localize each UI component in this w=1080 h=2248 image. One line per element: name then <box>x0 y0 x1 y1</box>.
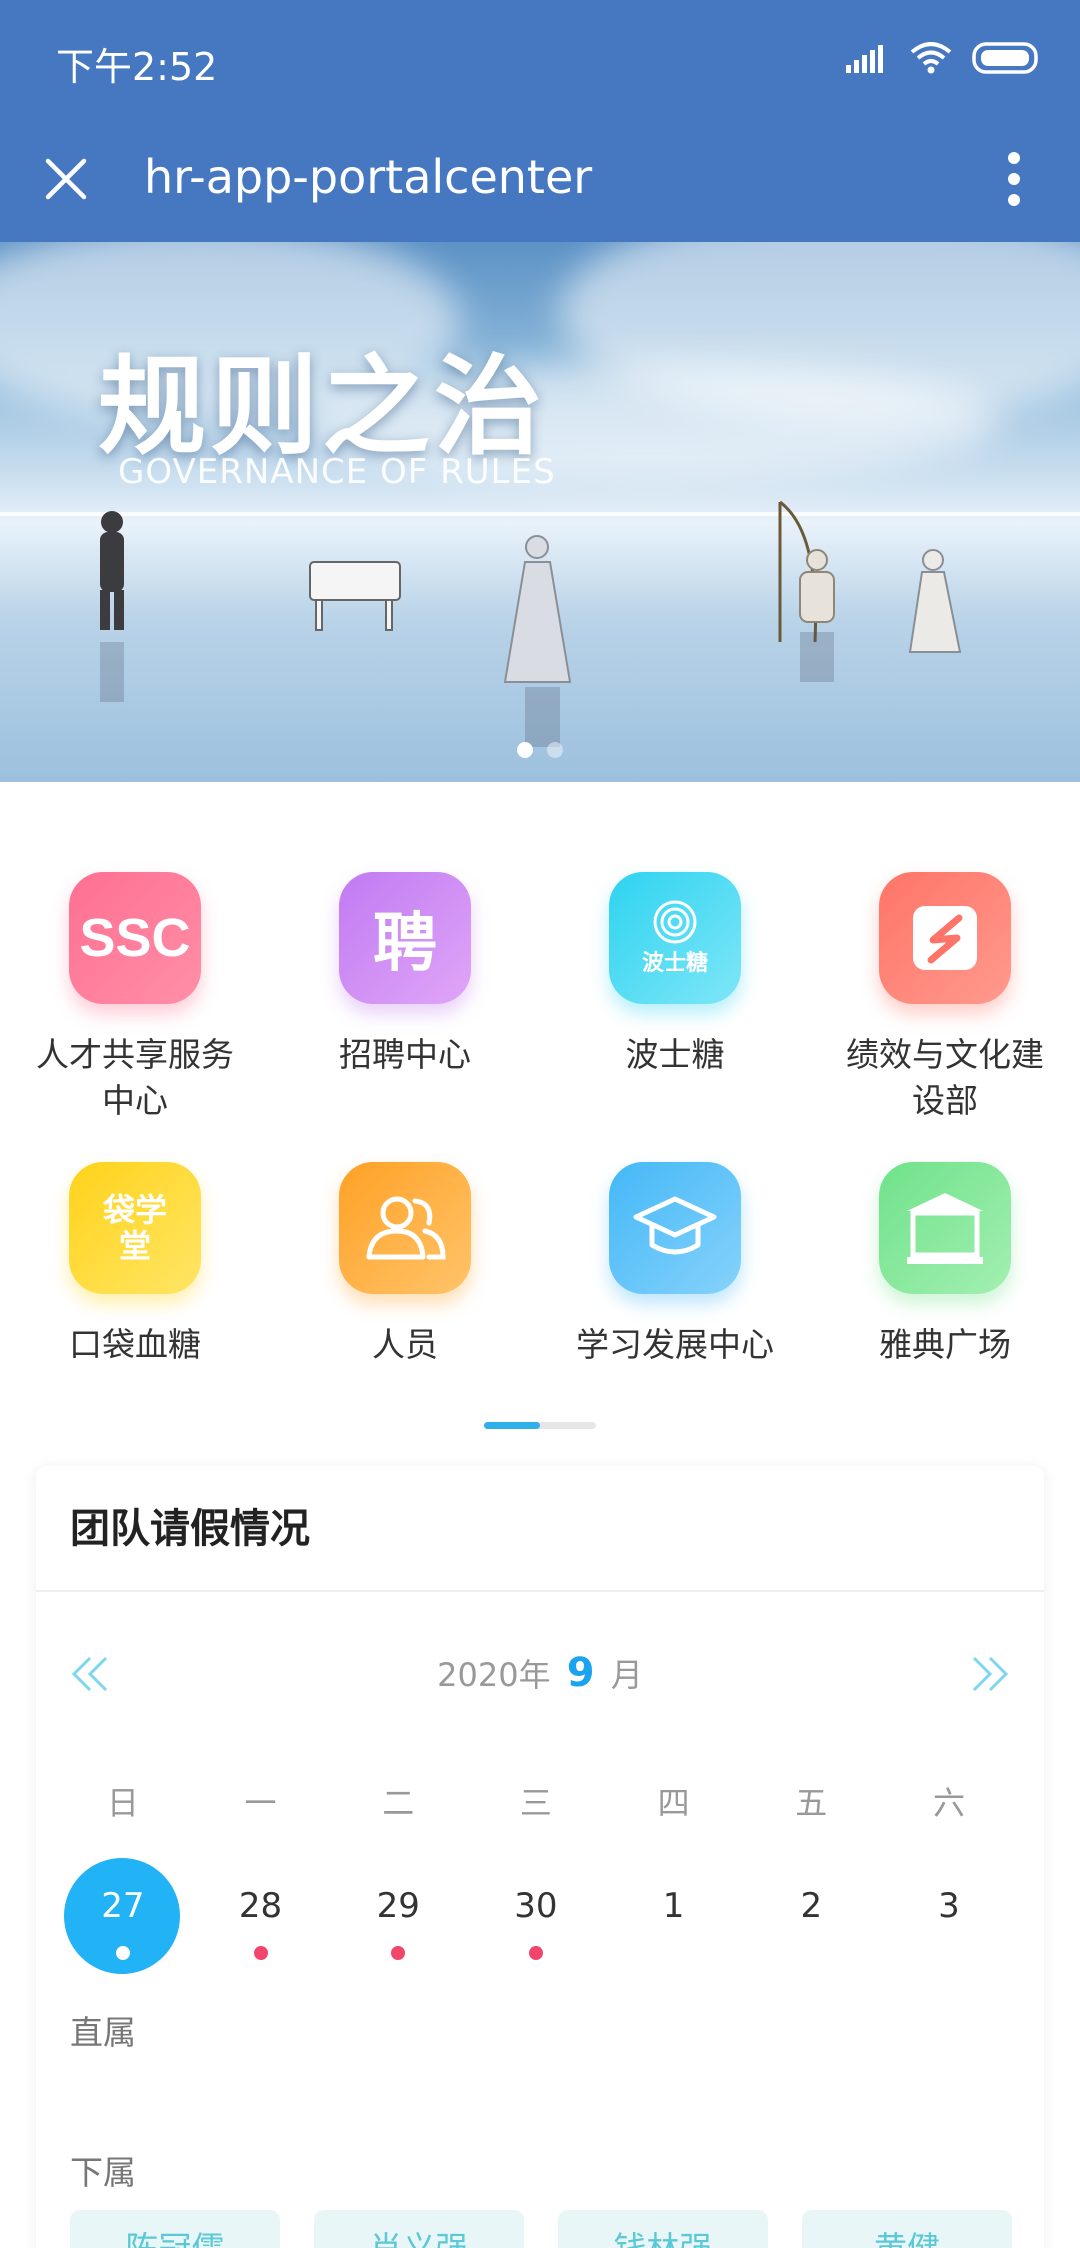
date-number: 1 <box>662 1886 685 1926</box>
pocket-icon-text: 袋学堂 <box>102 1191 167 1265</box>
app-label: 人才共享服务中心 <box>36 1035 234 1120</box>
app-performance[interactable]: 绩效与文化建设部 <box>810 872 1080 1124</box>
app-recruit[interactable]: 聘 招聘中心 <box>270 872 540 1078</box>
date-cell[interactable]: 30 <box>467 1858 605 1976</box>
candy-icon-text: 波士糖 <box>641 951 708 976</box>
app-bar: hr-app-portalcenter <box>0 120 1080 242</box>
direct-reports-label: 直属 <box>70 2013 136 2052</box>
date-cell[interactable]: 28 <box>192 1858 330 1976</box>
date-cell[interactable]: 1 <box>605 1858 743 1976</box>
subordinate-chips: 陈冠儒 肖义强 钱林强 黄健 <box>70 2210 1012 2248</box>
grid-page-indicator <box>484 1422 596 1429</box>
page-title: hr-app-portalcenter <box>144 150 593 204</box>
date-number: 30 <box>514 1886 558 1926</box>
top-bar: 下午2:52 hr-app-portalcenter <box>0 0 1080 242</box>
month-number: 9 <box>566 1650 595 1696</box>
subordinate-chip[interactable]: 肖义强 <box>314 2210 524 2248</box>
app-label: 招聘中心 <box>339 1035 471 1074</box>
weekday-label: 五 <box>795 1784 828 1822</box>
weekday-label: 一 <box>244 1784 277 1822</box>
subordinate-chip[interactable]: 钱林强 <box>558 2210 768 2248</box>
close-icon <box>44 157 88 205</box>
signal-icon <box>846 43 890 77</box>
week-dates: 27 28 29 30 1 2 3 <box>36 1858 1044 1976</box>
month-label: 2020年 9 月 <box>36 1650 1044 1696</box>
plaza-glyph-icon <box>907 1193 983 1264</box>
status-time: 下午2:52 <box>56 45 218 89</box>
app-people[interactable]: 人员 <box>270 1162 540 1368</box>
app-label: 人员 <box>372 1325 438 1364</box>
leave-indicator-dot <box>116 1946 130 1960</box>
banner-dot[interactable] <box>547 742 563 758</box>
team-leave-card: 团队请假情况 2020年 9 月 日 一 二 三 四 五 六 27 28 29 … <box>36 1466 1044 2248</box>
close-button[interactable] <box>30 145 102 217</box>
app-label: 波士糖 <box>625 1035 725 1074</box>
ssc-icon: SSC <box>69 872 201 1004</box>
date-number: 27 <box>101 1886 145 1926</box>
weekday-label: 日 <box>106 1784 139 1822</box>
people-icon <box>339 1162 471 1294</box>
app-boss-candy[interactable]: 波士糖 波士糖 <box>540 872 810 1078</box>
grid-page-indicator-fill <box>484 1422 540 1429</box>
weekday-label: 六 <box>932 1784 965 1822</box>
banner-performers-image <box>100 500 962 747</box>
subordinates-label: 下属 <box>70 2153 136 2192</box>
spiral-candy-icon: 波士糖 <box>609 872 741 1004</box>
spiral-icon <box>653 900 697 944</box>
date-cell-selected[interactable]: 27 <box>54 1858 192 1976</box>
app-label: 绩效与文化建设部 <box>846 1035 1044 1120</box>
app-pocket-school[interactable]: 袋学堂 口袋血糖 <box>0 1162 270 1368</box>
graduation-cap-glyph-icon <box>633 1196 717 1255</box>
leave-indicator-dot <box>391 1946 406 1960</box>
ssc-icon-text: SSC <box>79 908 191 968</box>
recruit-icon: 聘 <box>339 872 471 1004</box>
double-chevron-right-icon <box>968 1654 1012 1698</box>
date-cell[interactable]: 2 <box>742 1858 880 1976</box>
more-vertical-icon <box>1007 151 1021 211</box>
weekday-label: 四 <box>657 1784 690 1822</box>
date-number: 29 <box>376 1886 420 1926</box>
people-glyph-icon <box>366 1196 446 1260</box>
wifi-icon <box>910 42 952 78</box>
app-ssc[interactable]: SSC 人才共享服务中心 <box>0 872 270 1124</box>
weekday-label: 三 <box>519 1784 552 1822</box>
performance-glyph-icon <box>913 906 977 970</box>
recruit-icon-text: 聘 <box>373 907 437 981</box>
date-number: 28 <box>238 1886 283 1926</box>
performance-icon <box>879 872 1011 1004</box>
leave-indicator-dot <box>529 1946 544 1960</box>
year-text: 2020年 <box>437 1656 551 1694</box>
pocket-school-icon: 袋学堂 <box>69 1162 201 1294</box>
date-cell[interactable]: 29 <box>329 1858 467 1976</box>
date-cell[interactable]: 3 <box>880 1858 1018 1976</box>
next-month-button[interactable] <box>960 1646 1020 1706</box>
more-button[interactable] <box>978 145 1050 217</box>
plaza-building-icon <box>879 1162 1011 1294</box>
subordinate-chip[interactable]: 陈冠儒 <box>70 2210 280 2248</box>
app-label: 雅典广场 <box>879 1325 1011 1364</box>
subordinate-chip[interactable]: 黄健 <box>802 2210 1012 2248</box>
banner-indicator <box>0 742 1080 758</box>
app-label: 学习发展中心 <box>576 1325 774 1364</box>
banner-carousel[interactable]: 规则之治 GOVERNANCE OF RULES <box>0 242 1080 782</box>
card-title: 团队请假情况 <box>70 1506 310 1552</box>
month-suffix: 月 <box>610 1656 643 1694</box>
battery-icon <box>972 41 1042 79</box>
graduation-cap-icon <box>609 1162 741 1294</box>
weekday-header: 日 一 二 三 四 五 六 <box>36 1778 1044 1824</box>
leave-indicator-dot <box>253 1946 268 1960</box>
app-athens-plaza[interactable]: 雅典广场 <box>810 1162 1080 1368</box>
status-icons <box>846 40 1042 80</box>
date-number: 3 <box>938 1886 960 1926</box>
banner-dot-active[interactable] <box>517 742 533 758</box>
banner-subtitle: GOVERNANCE OF RULES <box>118 452 556 492</box>
date-number: 2 <box>800 1886 823 1926</box>
weekday-label: 二 <box>382 1784 415 1822</box>
app-learning[interactable]: 学习发展中心 <box>540 1162 810 1368</box>
status-bar: 下午2:52 <box>0 0 1080 120</box>
divider <box>36 1590 1044 1592</box>
app-label: 口袋血糖 <box>69 1325 201 1364</box>
